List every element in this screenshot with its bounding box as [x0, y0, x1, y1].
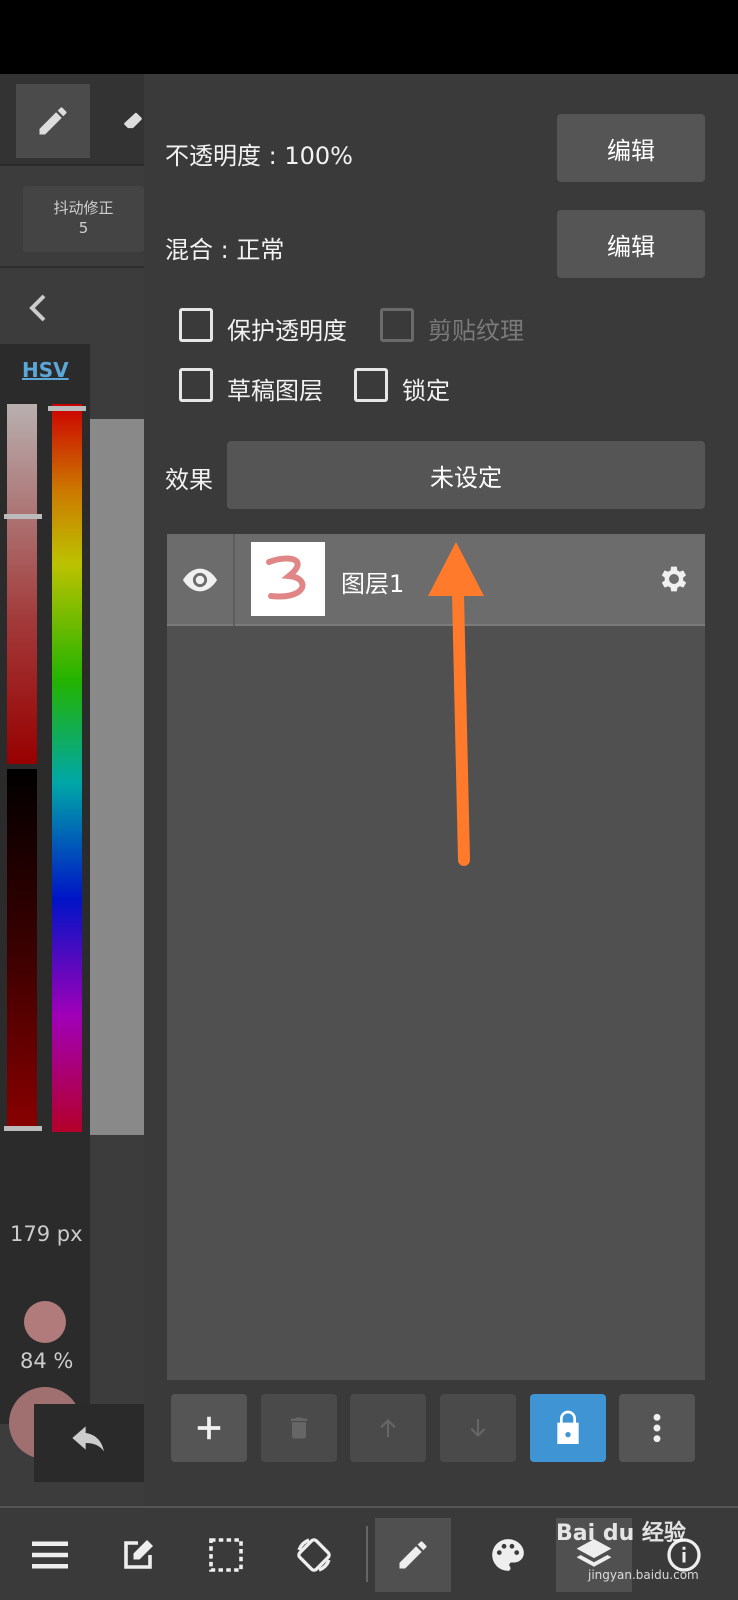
canvas-preview[interactable] — [90, 419, 144, 1135]
layer-name: 图层1 — [341, 570, 405, 598]
toolbar-divider — [366, 1526, 368, 1582]
effect-button[interactable]: 未设定 — [227, 441, 705, 509]
plus-icon — [197, 1416, 221, 1440]
brush-size-preview — [24, 1301, 66, 1343]
left-tool-column: 抖动修正 5 HSV 179 px 84 % — [0, 74, 144, 1506]
layer-panel: 不透明度 : 100% 编辑 混合 : 正常 编辑 保护透明度 剪贴纹理 草稿图… — [144, 74, 738, 1506]
more-options-button[interactable] — [619, 1394, 695, 1462]
tool-switcher — [0, 74, 144, 166]
color-palette-button[interactable] — [470, 1518, 546, 1592]
layer-thumbnail — [251, 542, 325, 616]
draft-layer-checkbox[interactable] — [179, 368, 213, 402]
chevron-left-icon[interactable] — [26, 292, 50, 324]
protect-alpha-label: 保护透明度 — [227, 317, 347, 345]
eraser-tool-button[interactable] — [104, 84, 144, 158]
edit-button[interactable] — [100, 1518, 176, 1592]
eye-icon — [183, 568, 217, 592]
effect-label: 效果 — [165, 466, 213, 494]
lock-icon — [557, 1410, 579, 1444]
palette-icon — [492, 1539, 524, 1571]
brush-opacity-readout[interactable]: 84 % — [20, 1349, 73, 1373]
watermark-logo: Bai du 经验 — [556, 1521, 686, 1546]
color-mode-tab[interactable]: HSV — [22, 358, 69, 382]
opacity-label: 不透明度 : 100% — [165, 142, 353, 170]
selection-button[interactable] — [188, 1518, 264, 1592]
brush-button[interactable] — [375, 1518, 451, 1592]
edit-note-icon — [124, 1540, 153, 1569]
lock-layer-button[interactable] — [530, 1394, 606, 1462]
pen-tool-button[interactable] — [16, 84, 90, 158]
arrow-up-icon — [380, 1419, 396, 1437]
brush-size-readout[interactable]: 179 px — [10, 1222, 83, 1246]
layer-thumbnail-drawing — [266, 555, 306, 600]
lock-checkbox[interactable] — [354, 368, 388, 402]
divider — [0, 266, 144, 268]
stabilizer-value: 5 — [78, 219, 89, 237]
rotate-canvas-button[interactable] — [276, 1518, 352, 1592]
trash-icon — [290, 1417, 308, 1439]
protect-alpha-checkbox[interactable] — [179, 308, 213, 342]
menu-button[interactable] — [12, 1518, 88, 1592]
color-panel: HSV — [0, 344, 90, 1424]
watermark-url: jingyan.baidu.com — [588, 1568, 699, 1582]
value-slider[interactable] — [7, 769, 37, 1131]
layer-visibility-toggle[interactable] — [167, 534, 235, 626]
menu-icon — [32, 1541, 68, 1569]
hue-handle[interactable] — [48, 406, 86, 411]
undo-button[interactable] — [34, 1404, 144, 1482]
gear-icon[interactable] — [657, 562, 691, 596]
draft-layer-label: 草稿图层 — [227, 377, 323, 405]
status-bar — [0, 0, 738, 74]
hue-slider[interactable] — [52, 404, 82, 1132]
pencil-icon — [39, 107, 67, 135]
layer-list: 图层1 — [167, 534, 705, 1380]
pencil-icon — [399, 1541, 427, 1569]
delete-layer-button[interactable] — [261, 1394, 337, 1462]
add-layer-button[interactable] — [171, 1394, 247, 1462]
blend-label: 混合 : 正常 — [165, 236, 285, 264]
arrow-down-icon — [470, 1419, 486, 1437]
blend-edit-button[interactable]: 编辑 — [557, 210, 705, 278]
clipping-label: 剪贴纹理 — [428, 317, 524, 345]
stabilizer-button[interactable]: 抖动修正 5 — [23, 186, 144, 252]
stabilizer-label: 抖动修正 — [53, 199, 114, 217]
move-layer-up-button[interactable] — [350, 1394, 426, 1462]
saturation-handle[interactable] — [4, 514, 42, 519]
undo-icon — [72, 1426, 104, 1452]
more-vertical-icon — [653, 1413, 661, 1443]
clipping-checkbox[interactable] — [380, 308, 414, 342]
value-handle[interactable] — [4, 1126, 42, 1131]
rotate-icon — [297, 1538, 331, 1572]
eraser-icon — [124, 112, 142, 129]
opacity-edit-button[interactable]: 编辑 — [557, 114, 705, 182]
selection-icon — [209, 1538, 243, 1572]
saturation-slider[interactable] — [7, 404, 37, 764]
move-layer-down-button[interactable] — [440, 1394, 516, 1462]
layer-item[interactable]: 图层1 — [167, 534, 705, 626]
lock-label: 锁定 — [402, 377, 450, 405]
